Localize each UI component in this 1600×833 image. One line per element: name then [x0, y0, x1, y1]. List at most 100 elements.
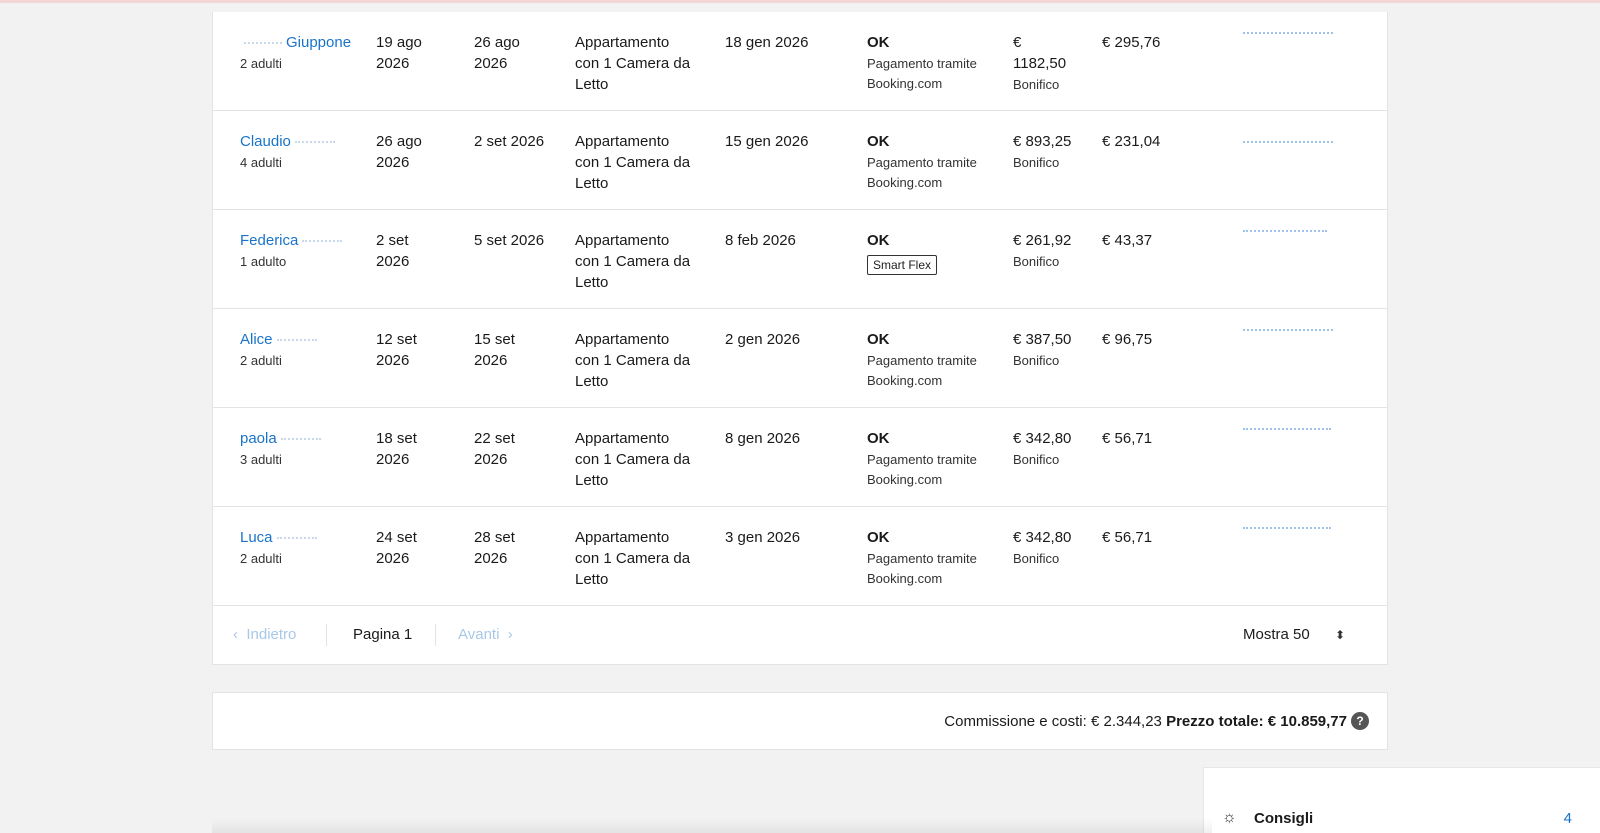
redacted-text [294, 140, 335, 144]
check-in-date: 2026 [376, 55, 410, 72]
table-row[interactable]: paola 3 adulti 18 set 2026 22 set 2026 Apparta… [213, 408, 1387, 507]
tips-panel[interactable]: ☼ Consigli 4 [1203, 767, 1600, 833]
commission-value: € 295,76 [1102, 34, 1161, 51]
reservation-number-link[interactable] [1243, 527, 1331, 533]
price-payment-method: Bonifico [1013, 353, 1060, 368]
room-type: Appartamento [575, 430, 670, 447]
booked-on-cell: 8 gen 2026 [725, 428, 855, 449]
check-out-date: 2026 [474, 352, 508, 369]
price-cell: € 342,80 Bonifico [1013, 428, 1098, 469]
page-size-select[interactable]: Mostra 50 [1243, 626, 1310, 644]
commission-cell: € 56,71 [1102, 527, 1212, 548]
reservation-number-link[interactable] [1243, 329, 1333, 335]
reservation-number-link[interactable] [1243, 141, 1333, 147]
table-row[interactable]: Giuppone 2 adulti 19 ago 2026 26 ago 2026 Appa… [213, 12, 1387, 111]
guest-first-name: Federica [240, 232, 299, 249]
guest-count: 4 adulti [240, 155, 282, 170]
chevron-left-icon: ‹ [233, 626, 238, 643]
status-label: OK [867, 133, 890, 150]
check-in-cell: 12 set 2026 [376, 329, 460, 371]
reservation-number-link[interactable] [1243, 230, 1327, 236]
check-out-date: 2026 [474, 55, 508, 72]
redacted-text [302, 239, 343, 243]
price-cell: € 261,92 Bonifico [1013, 230, 1098, 271]
commission-value: € 56,71 [1102, 430, 1153, 447]
check-out-cell: 28 set 2026 [474, 527, 564, 569]
price-payment-method: Bonifico [1013, 77, 1060, 92]
commission-cell: € 96,75 [1102, 329, 1212, 350]
price-payment-method: Bonifico [1013, 551, 1060, 566]
room-type: Appartamento [575, 331, 670, 348]
check-out-cell: 5 set 2026 [474, 230, 564, 251]
table-row[interactable]: Claudio 4 adulti 26 ago 2026 2 set 2026 Appar… [213, 111, 1387, 210]
check-out-date: 15 set [474, 331, 515, 348]
check-out-date: 5 set 2026 [474, 232, 545, 249]
status-label: OK [867, 34, 890, 51]
commission-value: € 96,75 [1102, 331, 1153, 348]
guest-cell: Giuppone 2 adulti [240, 32, 365, 73]
booked-on-cell: 2 gen 2026 [725, 329, 855, 350]
room-type: con 1 Camera da [575, 451, 691, 468]
previous-page-label: Indietro [246, 626, 297, 643]
table-row[interactable]: Luca 2 adulti 24 set 2026 28 set 2026 Appartam… [213, 507, 1387, 606]
check-in-date: 2 set [376, 232, 409, 249]
commission-cell: € 56,71 [1102, 428, 1212, 449]
pagination-bar: ‹ Indietro Pagina 1 Avanti › Mostra 50 ⬍ [213, 606, 1387, 664]
reservation-number-link[interactable] [1243, 428, 1331, 434]
check-out-date: 2026 [474, 451, 508, 468]
payment-method: Pagamento tramite [867, 56, 977, 71]
guest-cell: Alice 2 adulti [240, 329, 365, 370]
room-type: Letto [575, 274, 609, 291]
room-type: Appartamento [575, 232, 670, 249]
guest-name-link[interactable]: Alice [240, 329, 365, 350]
help-icon[interactable]: ? [1351, 712, 1369, 730]
reservations-rows: Giuppone 2 adulti 19 ago 2026 26 ago 2026 Appa… [213, 12, 1387, 606]
room-cell: Appartamento con 1 Camera da Letto [575, 230, 713, 293]
check-in-cell: 2 set 2026 [376, 230, 460, 272]
reservation-number-link[interactable] [1243, 32, 1333, 38]
room-type: con 1 Camera da [575, 352, 691, 369]
room-cell: Appartamento con 1 Camera da Letto [575, 329, 713, 392]
payment-method: Booking.com [867, 472, 943, 487]
guest-count: 2 adulti [240, 56, 282, 71]
status-cell: OK Pagamento tramite Booking.com [867, 527, 1007, 588]
check-out-date: 22 set [474, 430, 515, 447]
table-row[interactable]: Alice 2 adulti 12 set 2026 15 set 2026 Apparta… [213, 309, 1387, 408]
guest-name-link[interactable]: paola [240, 428, 365, 449]
price-value: € 342,80 [1013, 529, 1072, 546]
totals-bar: Commissione e costi: € 2.344,23 Prezzo t… [212, 692, 1388, 750]
check-in-date: 12 set [376, 331, 417, 348]
guest-name-link[interactable]: Giuppone [240, 32, 365, 53]
price-cell: €1182,50 Bonifico [1013, 32, 1098, 94]
room-type: Letto [575, 472, 609, 489]
guest-name-link[interactable]: Luca [240, 527, 365, 548]
lightbulb-icon: ☼ [1222, 809, 1237, 826]
check-out-cell: 22 set 2026 [474, 428, 564, 470]
booked-on-date: 3 gen 2026 [725, 529, 801, 546]
next-page-button[interactable]: Avanti › [458, 626, 513, 644]
status-cell: OK Smart Flex [867, 230, 1007, 275]
room-type: Letto [575, 571, 609, 588]
room-type: Letto [575, 175, 609, 192]
chevron-up-down-icon[interactable]: ⬍ [1335, 626, 1345, 644]
redacted-text [276, 338, 317, 342]
chevron-right-icon: › [507, 626, 513, 643]
price-cell: € 342,80 Bonifico [1013, 527, 1098, 568]
table-row[interactable]: Federica 1 adulto 2 set 2026 5 set 2026 Appar… [213, 210, 1387, 309]
price-value: € [1013, 34, 1022, 51]
payment-method: Booking.com [867, 571, 943, 586]
check-out-date: 28 set [474, 529, 515, 546]
bottom-shadow [212, 818, 1212, 833]
check-out-cell: 2 set 2026 [474, 131, 564, 152]
guest-name-link[interactable]: Federica [240, 230, 365, 251]
price-value: € 893,25 [1013, 133, 1072, 150]
previous-page-button[interactable]: ‹ Indietro [233, 626, 296, 644]
booked-on-cell: 18 gen 2026 [725, 32, 855, 53]
guest-name-link[interactable]: Claudio [240, 131, 365, 152]
check-in-date: 24 set [376, 529, 417, 546]
check-in-date: 2026 [376, 154, 410, 171]
reservations-table: Giuppone 2 adulti 19 ago 2026 26 ago 2026 Appa… [212, 12, 1388, 665]
check-in-cell: 18 set 2026 [376, 428, 460, 470]
redacted-text [280, 437, 321, 441]
price-cell: € 387,50 Bonifico [1013, 329, 1098, 370]
